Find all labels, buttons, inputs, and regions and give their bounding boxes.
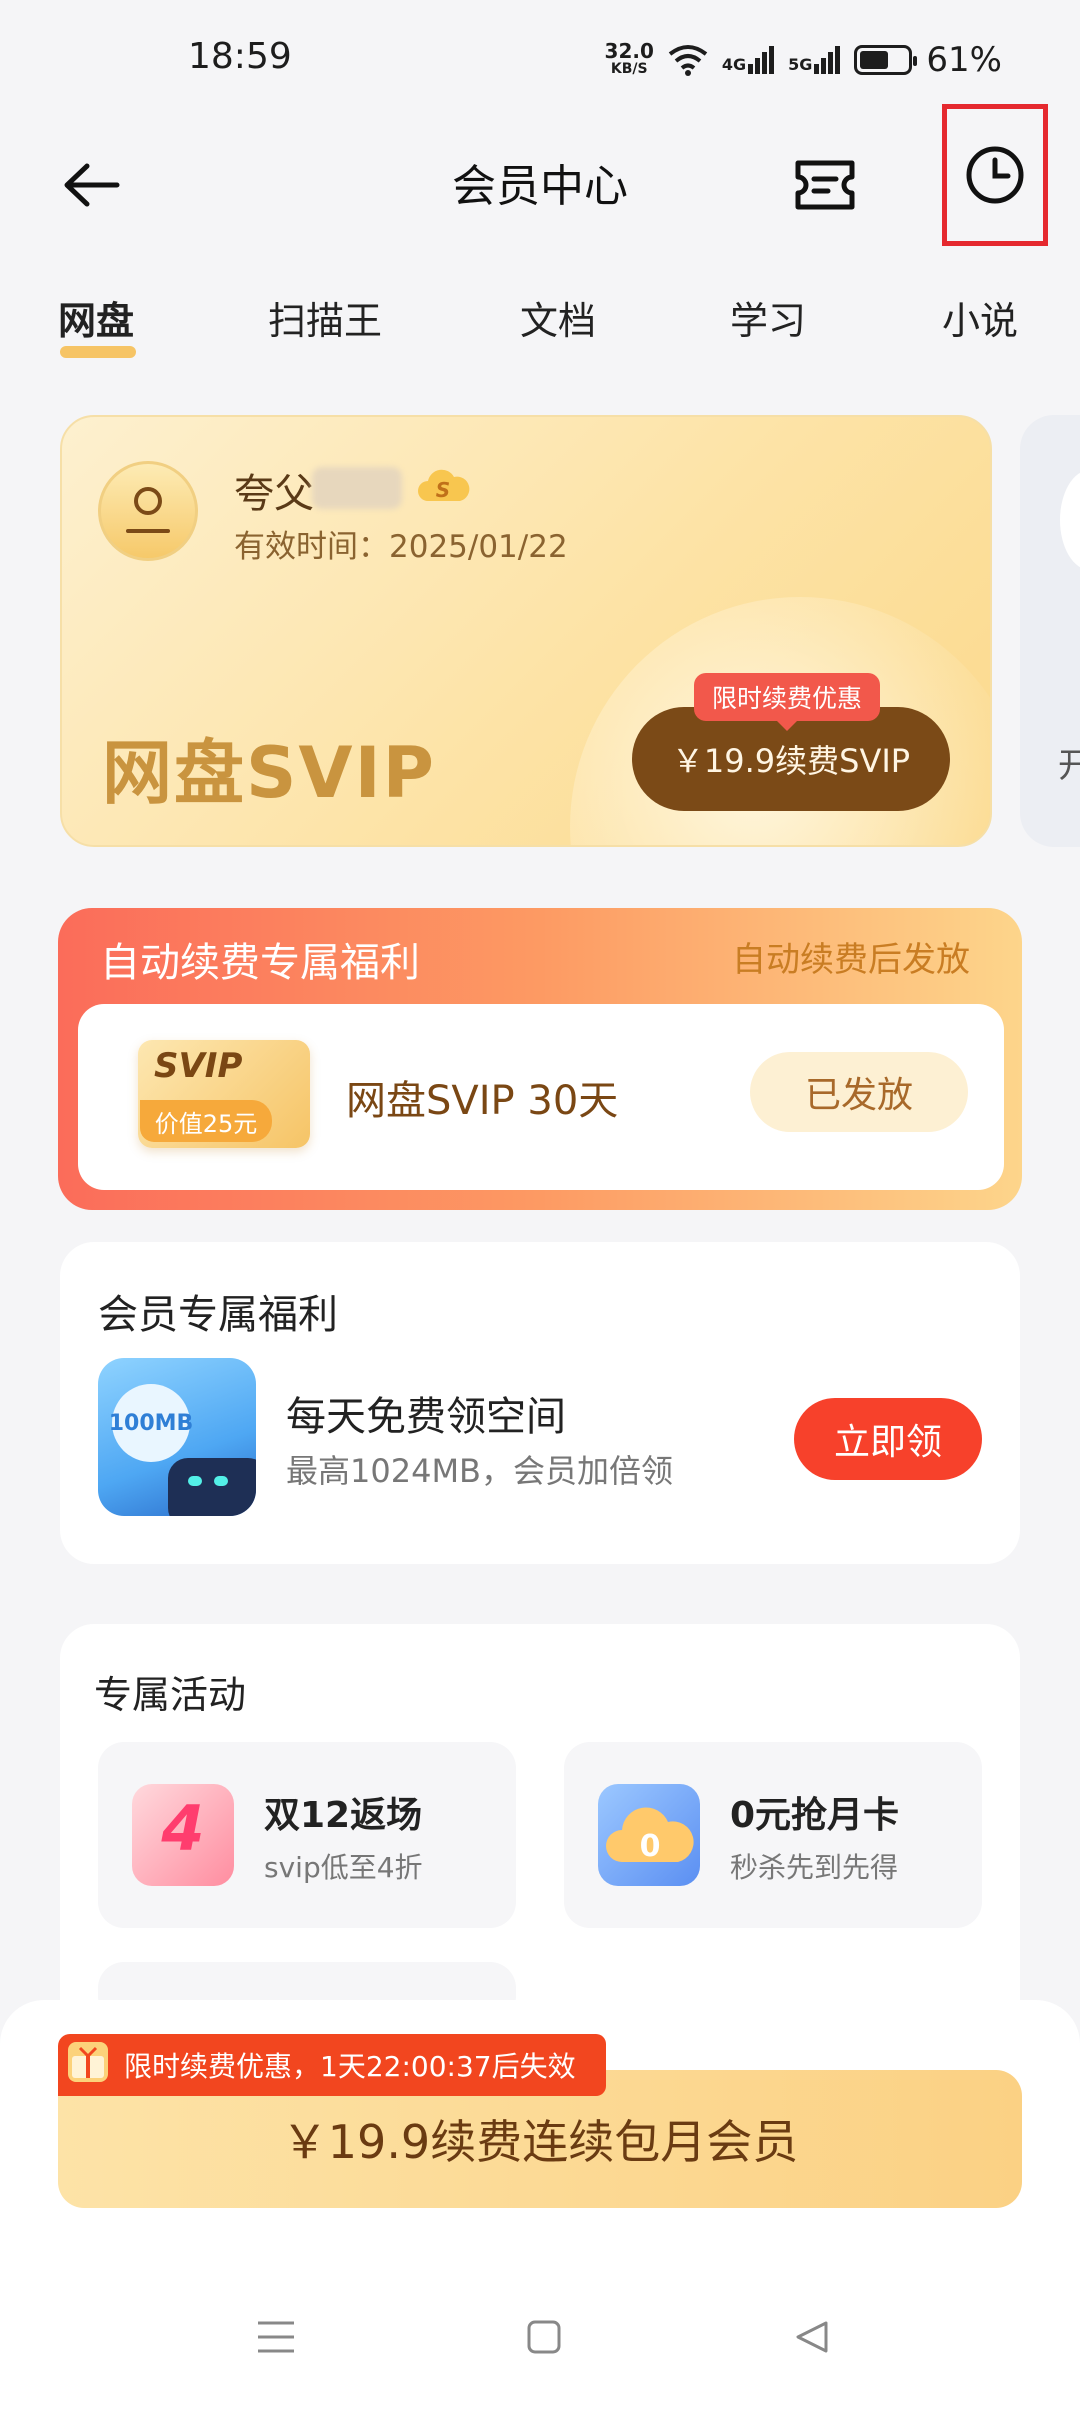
free-space-subtitle: 最高1024MB，会员加倍领 [286,1452,674,1490]
voucher-label: SVIP [154,1046,243,1086]
activity-title: 0元抢月卡 [730,1795,900,1836]
free-space-icon: 100MB [98,1358,256,1516]
battery-percent: 61% [926,40,1002,80]
expire-date: 有效时间：2025/01/22 [234,529,568,565]
tab-netdisk[interactable]: 网盘 [58,290,134,345]
back-nav-button[interactable] [782,2312,842,2362]
free-space-title: 每天免费领空间 [286,1394,566,1440]
gift-icon [68,2042,108,2082]
signal-5g-icon: 5G [788,46,841,74]
wifi-icon [668,45,708,76]
promo-tag: 限时续费优惠 [694,673,881,731]
tab-docs[interactable]: 文档 [520,290,596,345]
avatar[interactable] [98,461,198,561]
auto-renew-subtitle: 自动续费后发放 [732,940,970,980]
activities-title: 专属活动 [94,1673,247,1717]
signal-4g-icon: 4G [722,46,775,74]
sale-4-off-icon: 4 [132,1784,234,1886]
page-title: 会员中心 [452,161,628,212]
issued-button[interactable]: 已发放 [750,1052,968,1132]
active-tab-indicator [60,346,136,358]
voucher-value: 价值25元 [140,1100,272,1142]
status-time: 18:59 [188,36,292,77]
network-speed: 32.0 KB/S [604,39,654,77]
triangle-back-icon [796,2321,828,2353]
menu-nav-button[interactable] [246,2312,306,2362]
claim-button[interactable]: 立即领 [794,1398,982,1480]
tab-study[interactable]: 学习 [730,290,806,345]
activity-double12[interactable]: 4 双12返场 svip低至4折 [98,1742,516,1928]
battery-icon [854,45,918,75]
member-card: 夸父 S 有效时间：2025/01/22 网盘SVIP ￥19.9续费SVIP … [60,415,992,847]
tab-scanner[interactable]: 扫描王 [268,290,382,345]
member-benefits-title: 会员专属福利 [98,1292,338,1338]
product-title: 网盘SVIP [102,732,436,814]
activity-subtitle: 秒杀先到先得 [730,1851,899,1884]
clock-icon [966,146,1024,204]
username: 夸父 [234,471,314,517]
auto-renew-title: 自动续费专属福利 [100,940,420,986]
home-nav-button[interactable] [514,2312,574,2362]
activity-monthly-card[interactable]: 0 0元抢月卡 秒杀先到先得 [564,1742,982,1928]
ticket-icon [795,160,855,210]
svg-text:S: S [436,478,450,502]
svip-cloud-badge: S [416,467,470,507]
tab-novel[interactable]: 小说 [942,290,1018,345]
activity-title: 双12返场 [264,1795,423,1836]
category-tabs: 网盘 扫描王 文档 学习 小说 [0,290,1080,370]
user-icon [126,487,170,533]
svg-text:0: 0 [640,1829,661,1864]
history-button[interactable] [942,104,1048,246]
coupon-button[interactable] [790,150,860,220]
countdown-banner: 限时续费优惠，1天22:00:37后失效 [58,2034,606,2096]
blurred-name [312,467,402,509]
square-icon [527,2320,561,2354]
menu-icon [258,2321,294,2353]
auto-renew-item-title: 网盘SVIP 30天 [346,1078,619,1124]
cloud-zero-icon: 0 [598,1784,700,1886]
activity-subtitle: svip低至4折 [264,1851,423,1884]
next-card-text: 开 [1058,746,1080,786]
status-icons: 32.0 KB/S 4G 5G 61% [605,30,1002,90]
